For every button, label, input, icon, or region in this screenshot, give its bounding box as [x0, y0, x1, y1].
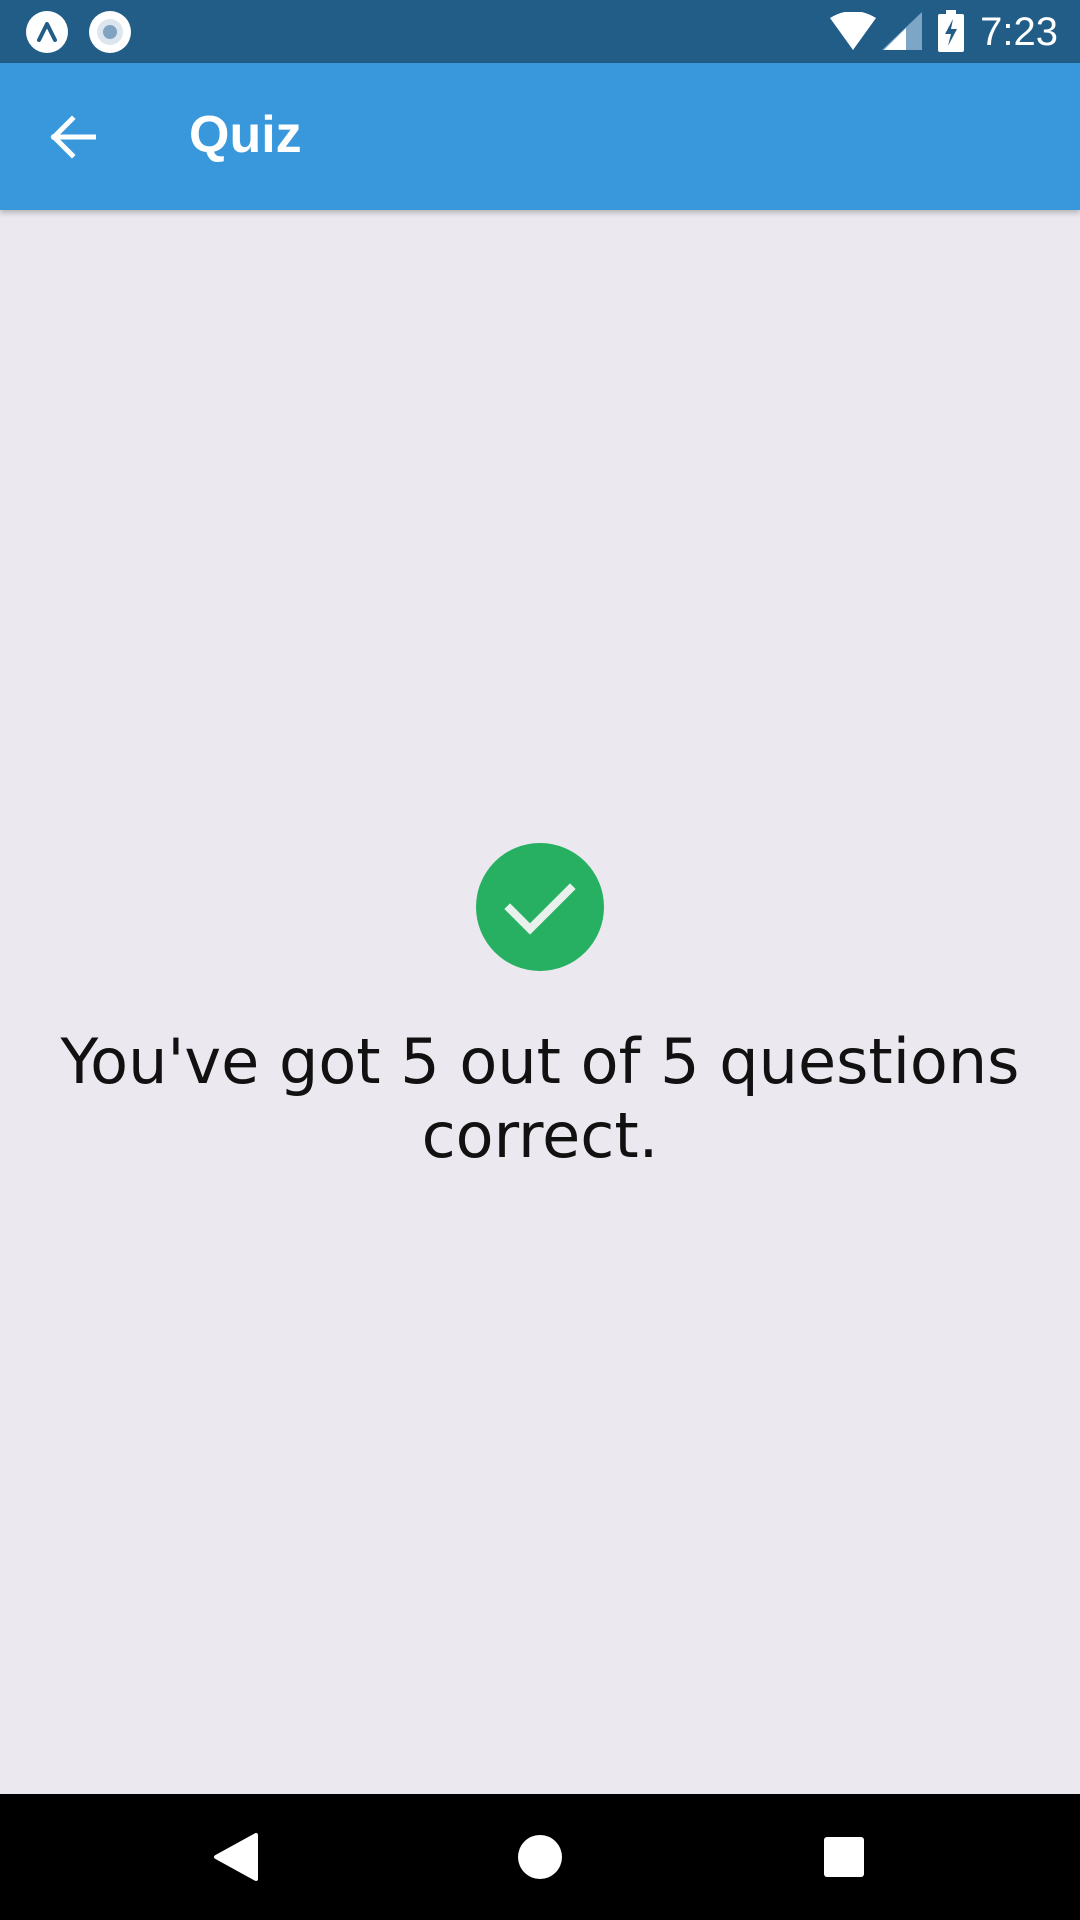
system-nav-bar	[0, 1794, 1080, 1920]
status-bar: 7:23	[0, 0, 1080, 63]
screen: 7:23 Quiz You've got 5 out of 5 question…	[0, 0, 1080, 1920]
wifi-icon	[830, 11, 876, 55]
battery-charging-icon	[938, 10, 964, 57]
record-icon	[89, 11, 131, 53]
cellular-signal-icon	[882, 12, 922, 55]
status-right-group: 7:23	[820, 0, 1080, 63]
result-message: You've got 5 out of 5 questions correct.	[60, 1025, 1020, 1172]
status-time: 7:23	[980, 10, 1058, 54]
page-title: Quiz	[189, 106, 302, 164]
app-bar: Quiz	[0, 63, 1080, 210]
back-button[interactable]	[30, 100, 116, 174]
nav-back-button[interactable]	[198, 1819, 274, 1895]
nav-home-button[interactable]	[502, 1819, 578, 1895]
check-circle-icon	[476, 843, 604, 971]
nav-recents-button[interactable]	[806, 1819, 882, 1895]
expo-icon	[26, 11, 68, 53]
